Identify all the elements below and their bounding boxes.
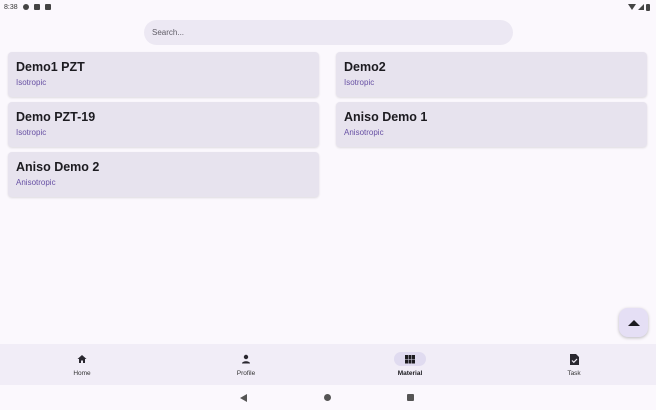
nav-label: Home [73, 370, 91, 377]
material-type: Isotropic [16, 78, 47, 87]
home-button-icon[interactable] [324, 394, 331, 401]
scroll-top-button[interactable] [619, 308, 648, 337]
material-name: Demo2 [344, 60, 386, 74]
material-card[interactable]: Aniso Demo 1 Anisotropic [336, 102, 647, 147]
material-card[interactable]: Demo1 PZT Isotropic [8, 52, 319, 97]
search-bar[interactable] [144, 20, 513, 45]
nav-item-task[interactable]: Task [492, 344, 656, 385]
material-card[interactable]: Demo PZT-19 Isotropic [8, 102, 319, 147]
signal-icon [638, 4, 644, 10]
home-icon [66, 352, 98, 366]
status-time: 8:38 [4, 3, 18, 11]
material-type: Anisotropic [344, 128, 384, 137]
search-input[interactable] [152, 28, 513, 37]
system-navigation [0, 385, 656, 410]
nav-item-home[interactable]: Home [0, 344, 164, 385]
arrow-up-icon [627, 319, 640, 326]
bottom-navigation: Home Profile Material Task [0, 344, 656, 385]
material-name: Demo1 PZT [16, 60, 85, 74]
nav-item-profile[interactable]: Profile [164, 344, 328, 385]
material-card[interactable]: Aniso Demo 2 Anisotropic [8, 152, 319, 197]
material-type: Anisotropic [16, 178, 56, 187]
wifi-icon [628, 4, 636, 10]
grid-icon [394, 352, 426, 366]
material-name: Aniso Demo 1 [344, 110, 428, 124]
recents-icon[interactable] [407, 394, 414, 401]
settings-icon [22, 4, 29, 10]
material-type: Isotropic [344, 78, 375, 87]
status-bar: 8:38 [0, 0, 656, 14]
material-name: Demo PZT-19 [16, 110, 96, 124]
nav-label: Material [397, 370, 423, 377]
nav-label: Task [567, 370, 581, 377]
task-icon [558, 352, 590, 366]
material-name: Aniso Demo 2 [16, 160, 100, 174]
back-icon[interactable] [240, 393, 247, 402]
nav-item-material[interactable]: Material [328, 344, 492, 385]
sim-icon [33, 4, 40, 10]
storage-icon [44, 4, 51, 10]
material-card[interactable]: Demo2 Isotropic [336, 52, 647, 97]
material-type: Isotropic [16, 128, 47, 137]
nav-label: Profile [236, 370, 256, 377]
battery-icon [646, 3, 650, 11]
person-icon [230, 352, 262, 366]
